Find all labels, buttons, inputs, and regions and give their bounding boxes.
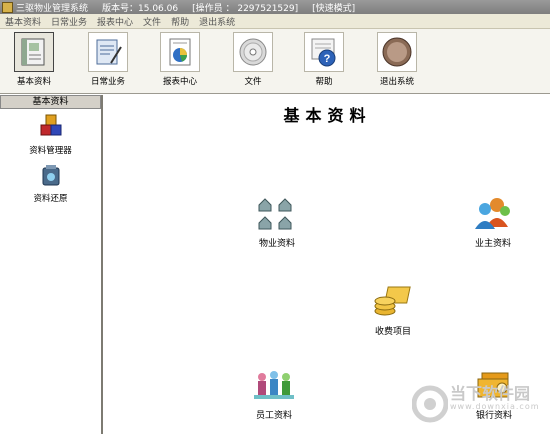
data-restore-label: 资料还原	[33, 194, 68, 204]
data-restore-item[interactable]: 资料还原	[0, 163, 101, 204]
watermark: 当下软件园 www.downxia.com	[410, 378, 550, 434]
toolbar-label: 日常业务	[90, 77, 125, 87]
toolbar-label: 退出系统	[379, 77, 414, 87]
page-title: 基本资料	[283, 106, 372, 125]
operator-text: [操作员 ： 2297521529]	[192, 3, 299, 14]
staff-info-label: 员工资料	[255, 411, 292, 421]
toolbar-label: 基本资料	[16, 77, 51, 87]
exit-icon	[382, 37, 412, 67]
menu-basic-info[interactable]: 基本资料	[0, 15, 46, 28]
toolbar-daily-business-button[interactable]: 日常业务	[82, 32, 134, 92]
left-panel-header: 基本资料	[0, 95, 101, 109]
watermark-logo-icon	[412, 385, 448, 423]
toolbar-basic-info-button[interactable]: 基本资料	[8, 32, 60, 92]
toolbar-label: 文件	[244, 77, 262, 87]
toolbar-file-button[interactable]: 文件	[227, 32, 279, 92]
houses-icon	[258, 198, 292, 230]
svg-text:?: ?	[324, 53, 331, 65]
charge-items-module[interactable]: 收费项目	[353, 283, 433, 337]
watermark-url: www.downxia.com	[450, 402, 540, 411]
notepad-icon	[96, 39, 122, 65]
toolbar-report-center-button[interactable]: 报表中心	[154, 32, 206, 92]
menu-help[interactable]: 帮助	[166, 15, 194, 28]
menu-file[interactable]: 文件	[138, 15, 166, 28]
title-bar: 三驱物业管理系统 版本号：15.06.06 [操作员 ： 2297521529]…	[0, 0, 550, 14]
left-panel: 基本资料 资料管理器 资料还原	[0, 95, 103, 434]
toolbar-label: 帮助	[315, 77, 333, 87]
property-info-label: 物业资料	[258, 239, 295, 249]
menu-daily-business[interactable]: 日常业务	[46, 15, 92, 28]
users-icon	[475, 198, 510, 229]
toolbar: 基本资料 日常业务 报表中心 文件 ? 帮助 退出系统	[0, 29, 550, 94]
owner-info-label: 业主资料	[474, 239, 511, 249]
menu-report-center[interactable]: 报表中心	[92, 15, 138, 28]
coins-icon	[374, 286, 411, 316]
watermark-text: 当下软件园	[450, 384, 531, 403]
pie-report-icon	[169, 38, 191, 66]
toolbar-help-button[interactable]: ? 帮助	[298, 32, 350, 92]
version-text: 版本号：15.06.06	[102, 3, 179, 14]
mode-text: [快速模式]	[312, 3, 356, 14]
charge-items-label: 收费项目	[374, 327, 411, 337]
owner-info-module[interactable]: 业主资料	[453, 195, 533, 249]
app-icon	[2, 1, 13, 13]
toolbar-exit-button[interactable]: 退出系统	[371, 32, 423, 92]
cubes-icon	[40, 114, 61, 136]
app-name: 三驱物业管理系统	[16, 3, 89, 14]
toolbar-label: 报表中心	[162, 77, 197, 87]
menu-bar: 基本资料 日常业务 报表中心 文件 帮助 退出系统	[0, 14, 550, 29]
property-info-module[interactable]: 物业资料	[237, 195, 317, 249]
data-manager-item[interactable]: 资料管理器	[0, 113, 101, 156]
disc-icon	[239, 38, 267, 66]
restore-icon	[42, 165, 59, 186]
data-manager-label: 资料管理器	[29, 146, 72, 156]
book-icon	[21, 38, 45, 66]
help-icon: ?	[311, 38, 336, 67]
menu-exit[interactable]: 退出系统	[194, 15, 240, 28]
staff-info-module[interactable]: 员工资料	[234, 367, 314, 421]
staff-icon	[254, 371, 294, 399]
